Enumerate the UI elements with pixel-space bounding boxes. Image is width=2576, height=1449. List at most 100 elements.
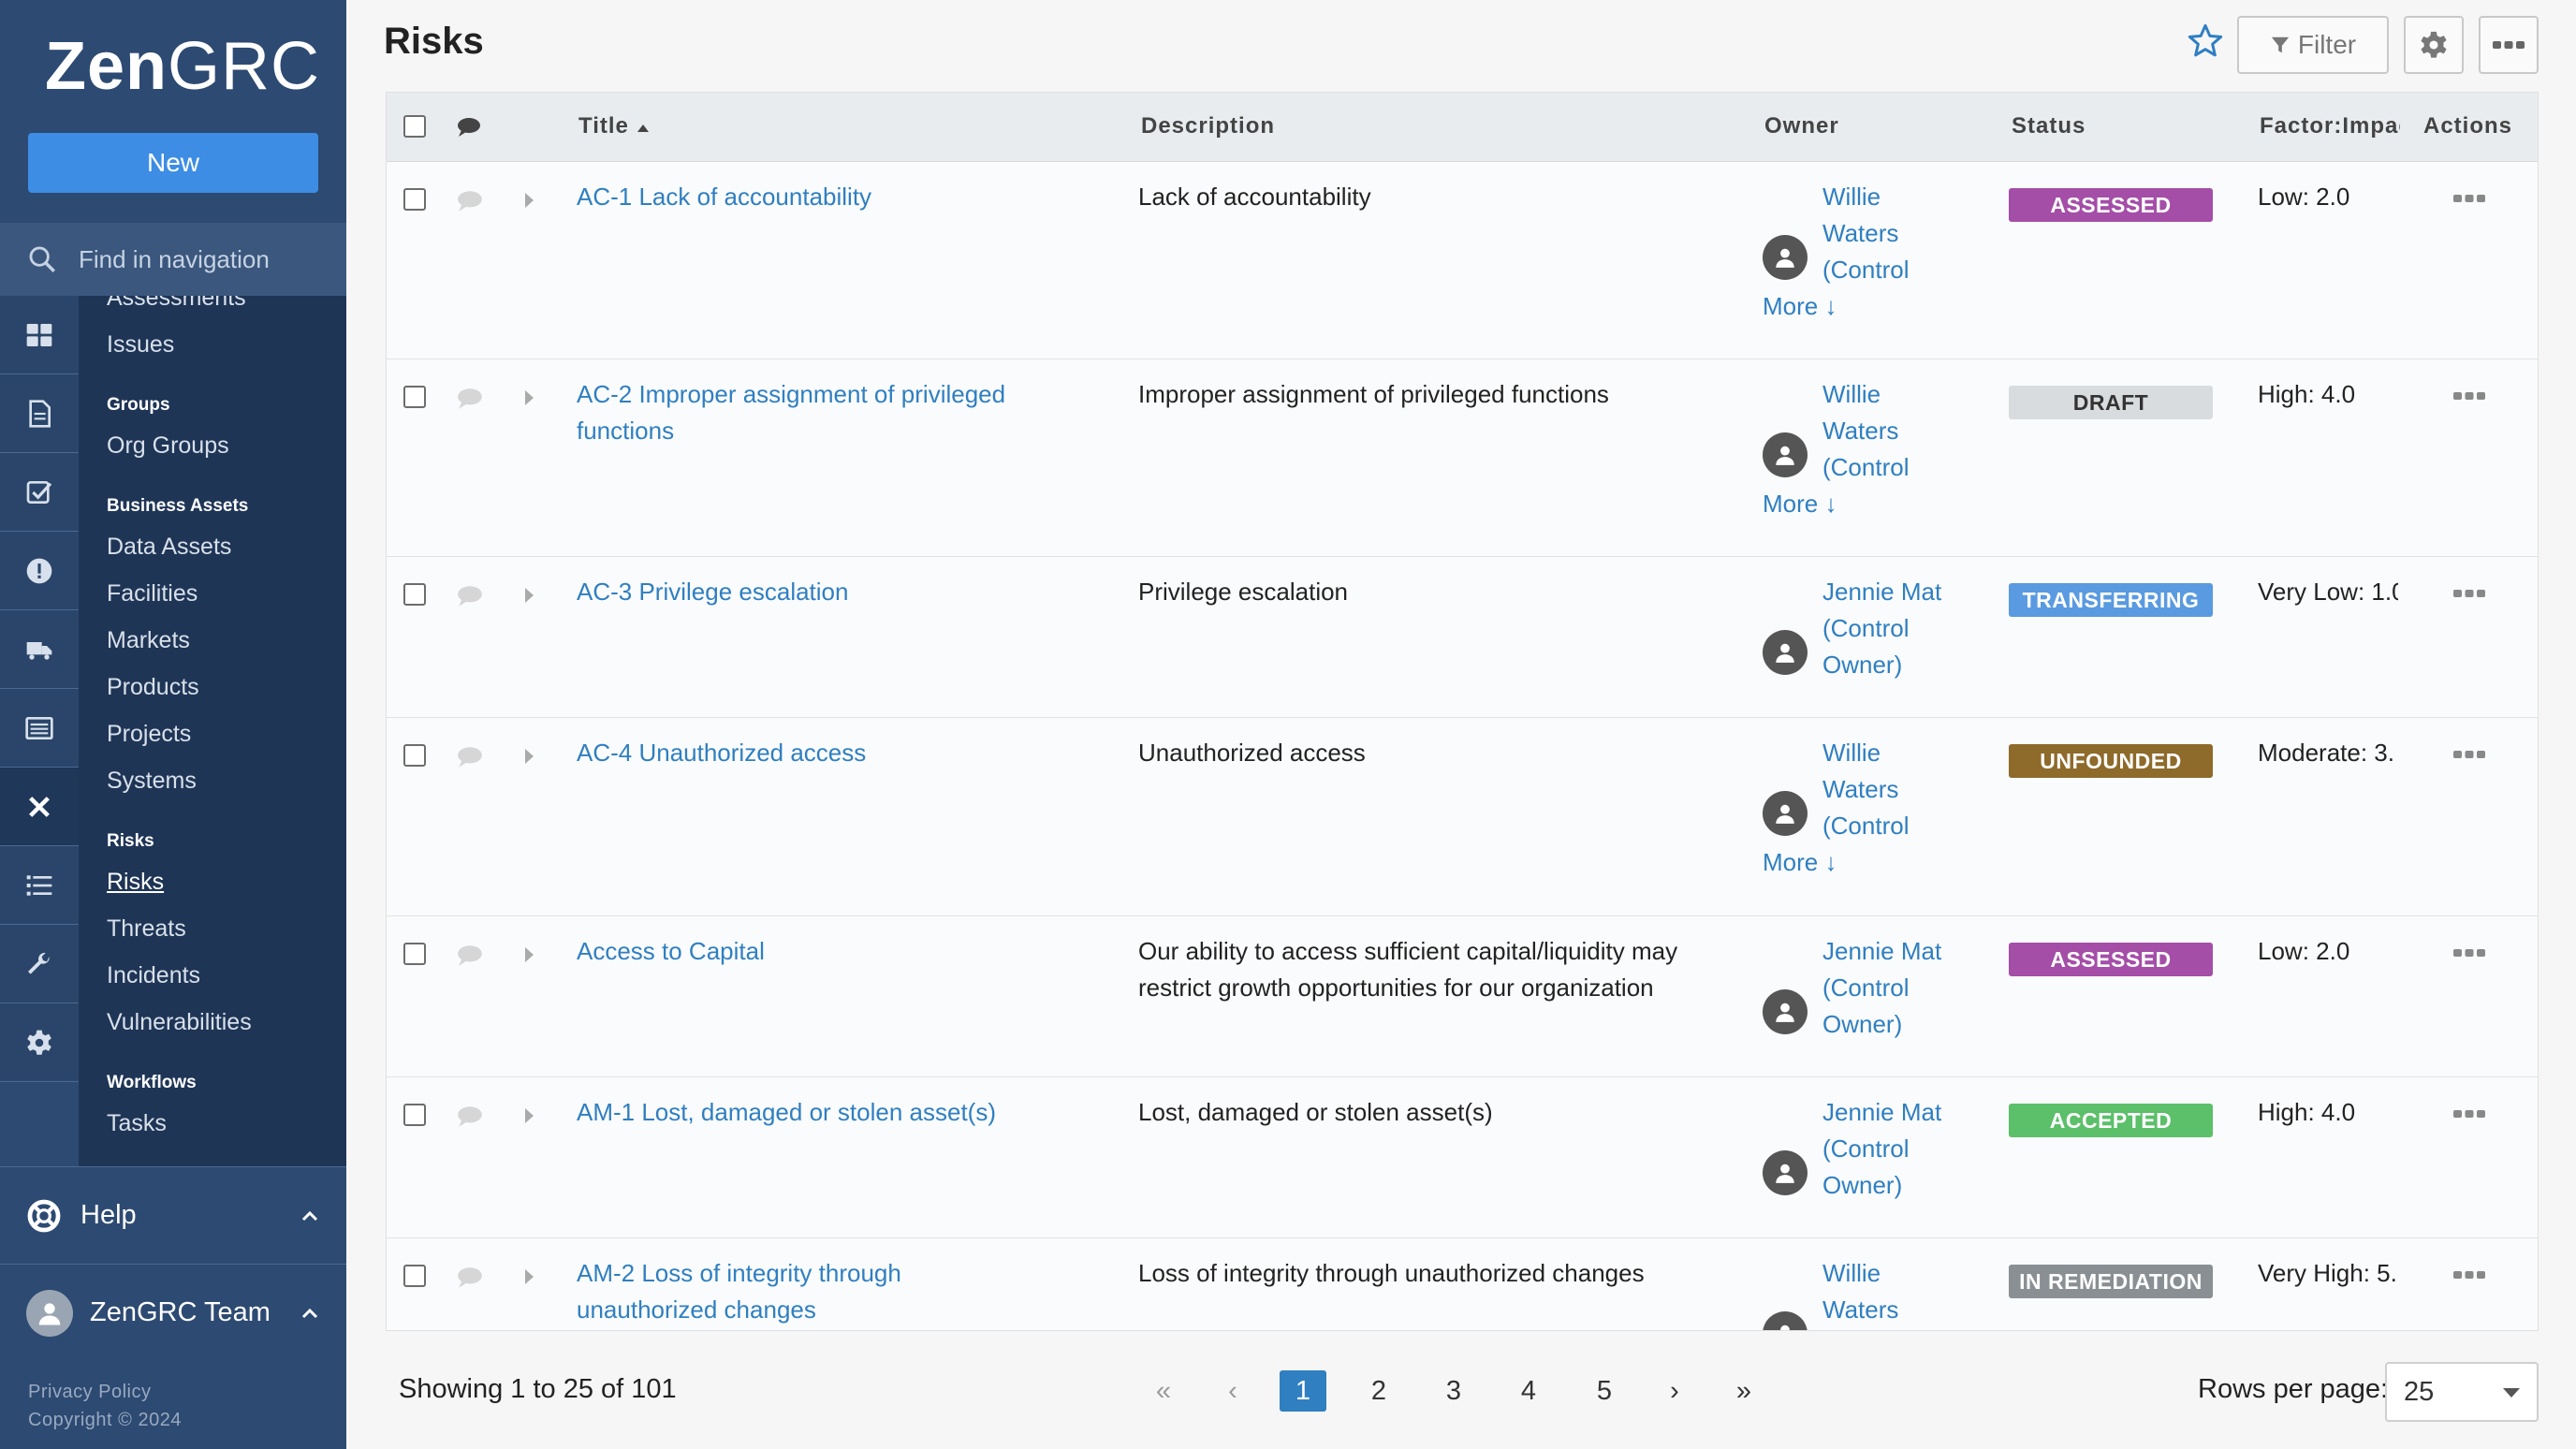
settings-button[interactable] — [2404, 16, 2464, 74]
column-description[interactable]: Description — [1141, 113, 1275, 139]
rail-dashboard[interactable] — [0, 296, 79, 374]
rail-risks[interactable] — [0, 768, 79, 846]
nav-item-products[interactable]: Products — [107, 674, 199, 701]
new-button[interactable]: New — [28, 133, 318, 193]
row-actions-icon[interactable] — [2453, 750, 2485, 759]
page-3-button[interactable]: 3 — [1430, 1370, 1477, 1412]
first-page-button[interactable]: « — [1149, 1370, 1178, 1412]
comment-icon[interactable] — [456, 944, 484, 967]
rail-lists[interactable] — [0, 846, 79, 925]
nav-item-issues[interactable]: Issues — [107, 331, 174, 359]
row-actions-icon[interactable] — [2453, 948, 2485, 958]
table-row[interactable]: AC-2 Improper assignment of privileged f… — [387, 359, 2538, 557]
row-checkbox[interactable] — [403, 1265, 426, 1287]
rail-tools[interactable] — [0, 925, 79, 1003]
owner-more-link[interactable]: More ↓ — [1763, 844, 1837, 881]
nav-item-vulnerabilities[interactable]: Vulnerabilities — [107, 1009, 252, 1036]
rail-controls[interactable] — [0, 453, 79, 532]
nav-item-org-groups[interactable]: Org Groups — [107, 432, 229, 460]
rail-settings[interactable] — [0, 1003, 79, 1082]
column-status[interactable]: Status — [2012, 113, 2086, 139]
nav-item-data-assets[interactable]: Data Assets — [107, 534, 231, 561]
page-4-button[interactable]: 4 — [1505, 1370, 1552, 1412]
nav-item-incidents[interactable]: Incidents — [107, 962, 200, 989]
nav-item-markets[interactable]: Markets — [107, 627, 190, 654]
row-actions-icon[interactable] — [2453, 391, 2485, 401]
table-row[interactable]: AC-3 Privilege escalation Privilege escal… — [387, 557, 2538, 718]
column-factor-impact[interactable]: Factor:Impac — [2260, 113, 2400, 139]
comment-icon[interactable] — [456, 746, 484, 768]
table-row[interactable]: AM-1 Lost, damaged or stolen asset(s) Los… — [387, 1077, 2538, 1238]
privacy-policy-link[interactable]: Privacy Policy — [28, 1378, 182, 1406]
expand-caret-icon[interactable] — [523, 1268, 534, 1285]
last-page-button[interactable]: » — [1730, 1370, 1758, 1412]
risk-title-link[interactable]: AC-1 Lack of accountability — [577, 179, 1045, 215]
team-menu[interactable]: ZenGRC Team — [0, 1264, 346, 1361]
expand-caret-icon[interactable] — [523, 946, 534, 963]
nav-item-facilities[interactable]: Facilities — [107, 580, 198, 607]
help-menu[interactable]: Help — [0, 1166, 346, 1264]
row-checkbox[interactable] — [403, 386, 426, 408]
owner-more-link[interactable]: More ↓ — [1763, 288, 1837, 325]
risk-title-link[interactable]: Access to Capital — [577, 933, 1045, 970]
nav-item-tasks[interactable]: Tasks — [107, 1110, 167, 1137]
nav-item-risks[interactable]: Risks — [107, 869, 164, 896]
comment-icon[interactable] — [456, 1105, 484, 1128]
rail-documents[interactable] — [0, 374, 79, 453]
expand-caret-icon[interactable] — [523, 1107, 534, 1124]
rail-assets[interactable] — [0, 689, 79, 768]
nav-item-projects[interactable]: Projects — [107, 721, 191, 748]
table-row[interactable]: AC-1 Lack of accountability Lack of accou… — [387, 162, 2538, 359]
filter-button[interactable]: Filter — [2237, 16, 2389, 74]
owner-link[interactable]: Jennie Mat (Control Owner) — [1822, 574, 1963, 683]
comment-icon[interactable] — [456, 388, 484, 410]
owner-link[interactable]: Willie Waters — [1822, 1255, 1963, 1328]
row-checkbox[interactable] — [403, 943, 426, 965]
comment-icon[interactable] — [456, 1266, 484, 1289]
risk-title-link[interactable]: AM-1 Lost, damaged or stolen asset(s) — [577, 1094, 1045, 1131]
page-1-button[interactable]: 1 — [1280, 1370, 1326, 1412]
row-actions-icon[interactable] — [2453, 194, 2485, 203]
nav-item-systems[interactable]: Systems — [107, 768, 197, 795]
owner-link[interactable]: Willie Waters (Control — [1822, 179, 1963, 288]
next-page-button[interactable]: › — [1661, 1370, 1689, 1412]
row-actions-icon[interactable] — [2453, 1109, 2485, 1119]
star-icon[interactable] — [2187, 22, 2224, 60]
nav-item-assessments[interactable]: Assessments — [107, 296, 246, 312]
prev-page-button[interactable]: ‹ — [1219, 1370, 1247, 1412]
page-2-button[interactable]: 2 — [1355, 1370, 1402, 1412]
comment-icon[interactable] — [456, 190, 484, 212]
expand-caret-icon[interactable] — [523, 389, 534, 406]
comment-icon[interactable] — [456, 585, 484, 607]
row-actions-icon[interactable] — [2453, 1270, 2485, 1280]
more-options-button[interactable] — [2479, 16, 2539, 74]
risk-title-link[interactable]: AC-3 Privilege escalation — [577, 574, 1045, 610]
column-owner[interactable]: Owner — [1764, 113, 1839, 139]
expand-caret-icon[interactable] — [523, 587, 534, 604]
expand-caret-icon[interactable] — [523, 748, 534, 765]
rail-vendors[interactable] — [0, 610, 79, 689]
row-checkbox[interactable] — [403, 583, 426, 606]
nav-search-input[interactable] — [79, 244, 331, 274]
select-all-checkbox[interactable] — [403, 115, 426, 138]
column-title[interactable]: Title — [578, 113, 650, 139]
row-checkbox[interactable] — [403, 1104, 426, 1126]
page-5-button[interactable]: 5 — [1581, 1370, 1628, 1412]
app-logo[interactable]: ZenGRC — [45, 28, 320, 105]
rail-issues[interactable] — [0, 532, 79, 610]
row-actions-icon[interactable] — [2453, 589, 2485, 598]
owner-link[interactable]: Willie Waters (Control — [1822, 735, 1963, 844]
risk-title-link[interactable]: AC-4 Unauthorized access — [577, 735, 1045, 771]
table-row[interactable]: Access to Capital Our ability to access s… — [387, 916, 2538, 1077]
nav-item-threats[interactable]: Threats — [107, 915, 186, 943]
expand-caret-icon[interactable] — [523, 192, 534, 209]
risk-title-link[interactable]: AM-2 Loss of integrity through unauthori… — [577, 1255, 1045, 1328]
risk-title-link[interactable]: AC-2 Improper assignment of privileged f… — [577, 376, 1045, 449]
table-row[interactable]: AC-4 Unauthorized access Unauthorized acc… — [387, 718, 2538, 916]
rows-per-page-select[interactable]: 25 — [2385, 1362, 2539, 1422]
row-checkbox[interactable] — [403, 744, 426, 767]
owner-link[interactable]: Jennie Mat (Control Owner) — [1822, 933, 1963, 1043]
owner-link[interactable]: Jennie Mat (Control Owner) — [1822, 1094, 1963, 1204]
table-row[interactable]: AM-2 Loss of integrity through unauthori… — [387, 1238, 2538, 1330]
owner-more-link[interactable]: More ↓ — [1763, 486, 1837, 522]
